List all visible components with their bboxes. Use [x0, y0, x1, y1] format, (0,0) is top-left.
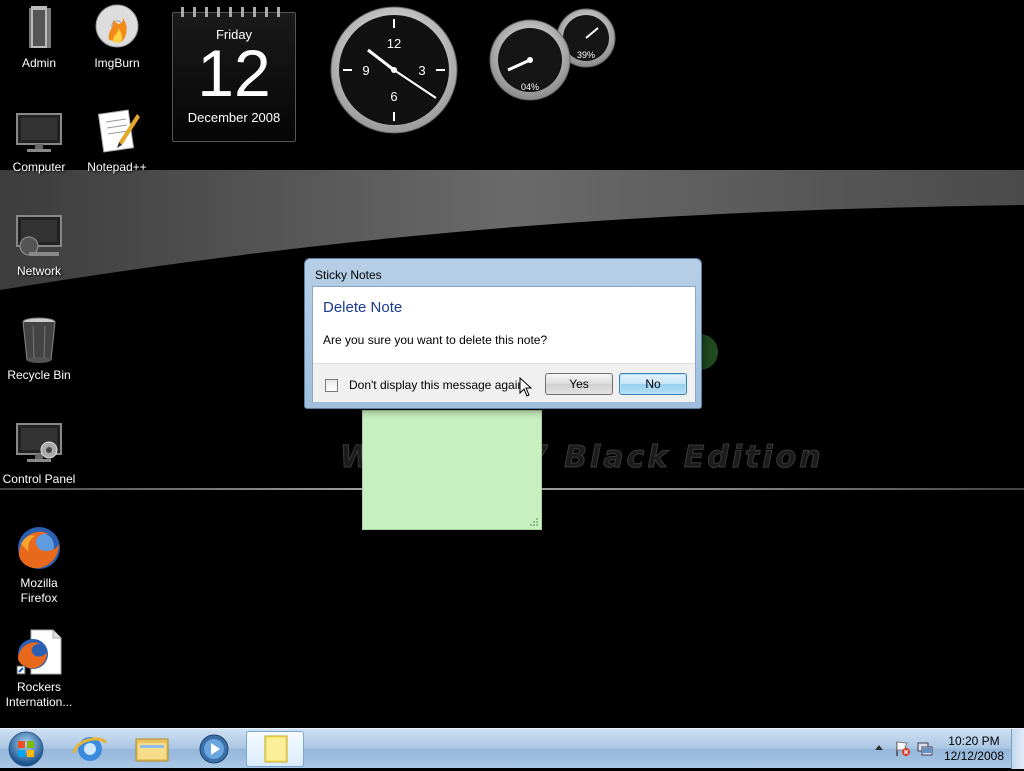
desktop-icon-computer[interactable]: Computer: [0, 108, 78, 175]
taskbar-clock[interactable]: 10:20 PM 12/12/2008: [944, 734, 1004, 764]
dialog-content: Delete Note Are you sure you want to del…: [312, 286, 696, 402]
clock-time: 10:20 PM: [948, 734, 1000, 748]
network-tray-icon[interactable]: [916, 740, 934, 758]
desktop-icon-label: Network: [16, 264, 61, 278]
notepad-icon: [93, 108, 141, 156]
control-panel-icon: [15, 420, 63, 468]
disc-burn-icon: [93, 4, 141, 52]
desktop-icon-firefox[interactable]: Mozilla Firefox: [0, 524, 78, 606]
calendar-month: December 2008: [187, 110, 281, 125]
yes-button[interactable]: Yes: [545, 373, 613, 395]
desktop-icon-label: Control Panel: [2, 472, 76, 486]
dialog-message: Are you sure you want to delete this not…: [323, 333, 548, 347]
desktop-icon-label: Notepad++: [87, 160, 147, 174]
folder-icon: [15, 4, 63, 52]
calendar-rings: [181, 7, 280, 17]
taskbar-sticky-notes[interactable]: [246, 731, 304, 767]
desktop-icon-recycle-bin[interactable]: Recycle Bin: [0, 316, 78, 383]
desktop-icon-notepad[interactable]: Notepad++: [78, 108, 156, 175]
desktop-icon-label: Admin: [21, 56, 56, 70]
memory-label: 39%: [577, 50, 595, 60]
desktop-icon-label: ImgBurn: [94, 56, 140, 70]
desktop-icon-imgburn[interactable]: ImgBurn: [78, 4, 156, 71]
show-hidden-icons-icon[interactable]: [874, 743, 884, 753]
desktop-icon-network[interactable]: Network: [0, 212, 78, 279]
desktop-icon-rockers-internation[interactable]: Rockers Internation...: [0, 628, 78, 710]
network-icon: [15, 212, 63, 260]
dialog-footer: Don't display this message again Yes No: [313, 363, 695, 402]
action-center-flag-icon[interactable]: [894, 740, 912, 758]
sticky-notes-icon: [264, 735, 288, 763]
calendar-date: 12: [197, 36, 271, 110]
start-orb-icon[interactable]: [3, 730, 49, 768]
desktop-icon-label: Rockers Internation...: [5, 680, 73, 709]
desktop: Windows 7 Black Edition Admin ImgBurn Co…: [0, 0, 1024, 728]
explorer-folder-icon: [135, 738, 169, 762]
delete-note-dialog: Sticky Notes Delete Note Are you sure yo…: [304, 258, 702, 409]
notification-area: 10:20 PM 12/12/2008: [864, 729, 1024, 769]
desktop-icon-label: Mozilla Firefox: [20, 576, 58, 605]
media-player-icon: [199, 734, 229, 764]
dialog-heading: Delete Note: [323, 299, 403, 316]
cpu-label: 04%: [521, 82, 539, 92]
clock-gadget[interactable]: 12 3 6 9: [328, 6, 460, 136]
clock-numeral-9: 9: [362, 63, 369, 78]
cpu-meter-gadget[interactable]: 39% 04%: [488, 8, 616, 104]
calendar-gadget[interactable]: Friday 12 December 2008: [172, 7, 296, 142]
desktop-icon-control-panel[interactable]: Control Panel: [0, 420, 78, 487]
taskbar-internet-explorer[interactable]: [62, 731, 118, 767]
desktop-icon-admin[interactable]: Admin: [0, 4, 78, 71]
mouse-cursor-icon: [519, 377, 533, 397]
internet-explorer-icon: [72, 737, 108, 761]
clock-numeral-3: 3: [418, 63, 425, 78]
recycle-bin-icon: [15, 316, 63, 364]
computer-icon: [15, 108, 63, 156]
taskbar-explorer[interactable]: [124, 731, 180, 767]
clock-date: 12/12/2008: [943, 749, 1004, 763]
desktop-icon-label: Recycle Bin: [7, 368, 71, 382]
firefox-icon: [15, 524, 63, 572]
taskbar-media-player[interactable]: [186, 731, 242, 767]
no-button[interactable]: No: [619, 373, 687, 395]
dont-display-checkbox[interactable]: [325, 379, 338, 392]
firefox-shortcut-icon: [15, 628, 63, 676]
show-desktop-button[interactable]: [1011, 729, 1024, 769]
clock-numeral-6: 6: [390, 89, 397, 104]
resize-grip-icon[interactable]: [530, 518, 538, 526]
dont-display-label[interactable]: Don't display this message again: [349, 378, 524, 392]
taskbar: 10:20 PM 12/12/2008: [0, 728, 1024, 769]
sticky-note[interactable]: [362, 410, 542, 530]
desktop-icon-label: Computer: [12, 160, 66, 174]
dialog-title: Sticky Notes: [315, 268, 382, 282]
clock-numeral-12: 12: [387, 36, 401, 51]
